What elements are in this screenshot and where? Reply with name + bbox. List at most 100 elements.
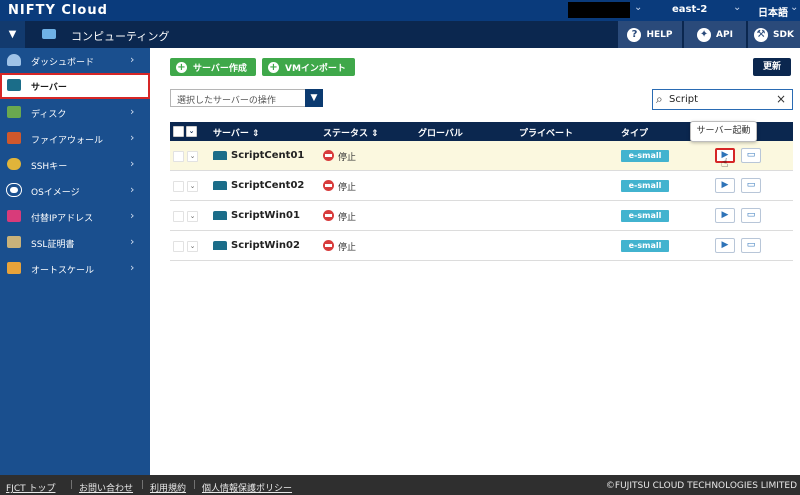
chevron-right-icon: › bbox=[130, 53, 135, 66]
brand-logo: NIFTY Cloud bbox=[8, 3, 108, 18]
row-checkbox[interactable] bbox=[173, 211, 184, 222]
sidebar-item-firewall[interactable]: ファイアウォール › bbox=[0, 126, 150, 152]
server-name[interactable]: ScriptWin02 bbox=[231, 240, 300, 251]
region-selector[interactable]: east-2 bbox=[672, 4, 707, 15]
help-button[interactable]: ? HELP bbox=[618, 21, 682, 48]
footer-link-privacy[interactable]: 個人情報保護ポリシー bbox=[202, 481, 292, 494]
server-status: 停止 bbox=[338, 243, 357, 253]
sidebar-item-label: 付替IPアドレス bbox=[31, 214, 94, 224]
server-icon bbox=[213, 241, 227, 250]
start-server-button[interactable]: ▶ bbox=[715, 208, 735, 223]
footer-link-fjct-top[interactable]: FJCT トップ bbox=[6, 481, 55, 494]
service-bar: ▼ コンピューティング ? HELP ✦ API ⚒ SDK bbox=[0, 21, 800, 48]
column-header-global: グローバル bbox=[418, 129, 463, 139]
search-input[interactable]: ⌕ Script × bbox=[652, 89, 793, 110]
chevron-right-icon: › bbox=[130, 235, 135, 248]
operations-select-value: 選択したサーバーの操作 bbox=[177, 96, 276, 106]
puzzle-icon: ✦ bbox=[697, 27, 712, 42]
row-expand-chevron-icon[interactable]: ⌄ bbox=[187, 151, 198, 162]
language-selector[interactable]: 日本語 bbox=[758, 4, 788, 19]
start-server-button[interactable]: ▶ bbox=[715, 178, 735, 193]
chevron-down-icon[interactable]: ▼ bbox=[305, 89, 323, 107]
row-checkbox[interactable] bbox=[173, 241, 184, 252]
sidebar-item-label: SSL証明書 bbox=[31, 240, 75, 250]
footer-link-terms[interactable]: 利用規約 bbox=[150, 481, 186, 494]
help-label: HELP bbox=[646, 29, 673, 40]
sdk-button[interactable]: ⚒ SDK bbox=[748, 21, 800, 48]
menu-toggle-chevron-icon[interactable]: ▼ bbox=[0, 21, 25, 48]
api-button[interactable]: ✦ API bbox=[684, 21, 746, 48]
footer-separator: | bbox=[70, 480, 74, 490]
server-name[interactable]: ScriptWin01 bbox=[231, 210, 300, 221]
table-row[interactable]: ⌄ ScriptWin01 停止 e-small ▶ ▭ bbox=[170, 201, 793, 231]
chevron-right-icon: › bbox=[130, 105, 135, 118]
autoscale-icon bbox=[7, 262, 21, 274]
select-all-checkbox[interactable] bbox=[173, 126, 184, 137]
search-value: Script bbox=[669, 94, 699, 105]
vm-import-button[interactable]: + VMインポート bbox=[262, 58, 355, 76]
sidebar-item-label: SSHキー bbox=[31, 162, 68, 172]
section-title: コンピューティング bbox=[71, 30, 170, 43]
column-header-status[interactable]: ステータス ⇕ bbox=[323, 126, 379, 139]
create-server-button[interactable]: + サーバー作成 bbox=[170, 58, 256, 76]
create-server-label: サーバー作成 bbox=[193, 63, 247, 74]
table-row[interactable]: ⌄ ScriptWin02 停止 e-small ▶ ▭ bbox=[170, 231, 793, 261]
sidebar-item-ssh-key[interactable]: SSHキー › bbox=[0, 152, 150, 178]
language-chevron-down-icon[interactable]: ⌄ bbox=[790, 2, 798, 13]
top-bar: NIFTY Cloud ⌄ east-2 ⌄ 日本語 ⌄ bbox=[0, 0, 800, 21]
chevron-right-icon: › bbox=[130, 131, 135, 144]
table-row[interactable]: ⌄ ScriptCent01 停止 e-small ▶ ▭ bbox=[170, 141, 793, 171]
sidebar-item-dashboard[interactable]: ダッシュボード › bbox=[0, 48, 150, 74]
footer-separator: | bbox=[193, 480, 197, 490]
sidebar-item-label: オートスケール bbox=[31, 266, 95, 276]
type-badge: e-small bbox=[621, 180, 669, 192]
account-name-redacted[interactable] bbox=[568, 2, 630, 18]
server-name[interactable]: ScriptCent01 bbox=[231, 150, 304, 161]
server-icon bbox=[213, 151, 227, 160]
type-badge: e-small bbox=[621, 210, 669, 222]
sidebar-item-ssl-certificate[interactable]: SSL証明書 › bbox=[0, 230, 150, 256]
sidebar-item-ip-address[interactable]: 付替IPアドレス › bbox=[0, 204, 150, 230]
certificate-icon bbox=[7, 236, 21, 248]
account-chevron-down-icon[interactable]: ⌄ bbox=[634, 2, 642, 13]
row-checkbox[interactable] bbox=[173, 151, 184, 162]
footer-link-contact[interactable]: お問い合わせ bbox=[79, 481, 133, 494]
sidebar-item-disk[interactable]: ディスク › bbox=[0, 100, 150, 126]
sidebar-item-os-image[interactable]: OSイメージ › bbox=[0, 178, 150, 204]
ip-icon bbox=[7, 210, 21, 222]
refresh-button[interactable]: 更新 bbox=[753, 58, 791, 76]
api-label: API bbox=[716, 29, 733, 40]
key-icon bbox=[7, 158, 21, 170]
table-row[interactable]: ⌄ ScriptCent02 停止 e-small ▶ ▭ bbox=[170, 171, 793, 201]
sidebar-item-label: ファイアウォール bbox=[31, 136, 104, 146]
select-all-chevron-down-icon[interactable]: ⌄ bbox=[186, 126, 197, 137]
server-status: 停止 bbox=[338, 183, 357, 193]
column-header-server[interactable]: サーバー ⇕ bbox=[213, 126, 260, 139]
row-expand-chevron-icon[interactable]: ⌄ bbox=[187, 211, 198, 222]
chevron-right-icon: › bbox=[130, 183, 135, 196]
region-chevron-down-icon[interactable]: ⌄ bbox=[733, 2, 741, 13]
plus-icon: + bbox=[268, 61, 279, 73]
sidebar-item-autoscale[interactable]: オートスケール › bbox=[0, 256, 150, 282]
sidebar-item-label: OSイメージ bbox=[31, 188, 80, 198]
sidebar-item-label: サーバー bbox=[31, 83, 67, 93]
row-expand-chevron-icon[interactable]: ⌄ bbox=[187, 181, 198, 192]
clear-search-icon[interactable]: × bbox=[776, 92, 786, 106]
row-expand-chevron-icon[interactable]: ⌄ bbox=[187, 241, 198, 252]
start-server-button[interactable]: ▶ bbox=[715, 238, 735, 253]
stopped-icon bbox=[323, 180, 334, 191]
mouse-cursor-icon: ☝ bbox=[721, 156, 729, 170]
column-header-type: タイプ bbox=[621, 129, 649, 139]
console-button[interactable]: ▭ bbox=[741, 178, 761, 193]
type-badge: e-small bbox=[621, 150, 669, 162]
console-button[interactable]: ▭ bbox=[741, 208, 761, 223]
console-button[interactable]: ▭ bbox=[741, 148, 761, 163]
server-operations-select[interactable]: 選択したサーバーの操作 ▼ bbox=[170, 89, 323, 107]
server-status: 停止 bbox=[338, 153, 357, 163]
sidebar-item-server[interactable]: サーバー bbox=[0, 73, 150, 99]
row-checkbox[interactable] bbox=[173, 181, 184, 192]
console-button[interactable]: ▭ bbox=[741, 238, 761, 253]
server-name[interactable]: ScriptCent02 bbox=[231, 180, 304, 191]
search-icon: ⌕ bbox=[656, 92, 663, 106]
stopped-icon bbox=[323, 150, 334, 161]
